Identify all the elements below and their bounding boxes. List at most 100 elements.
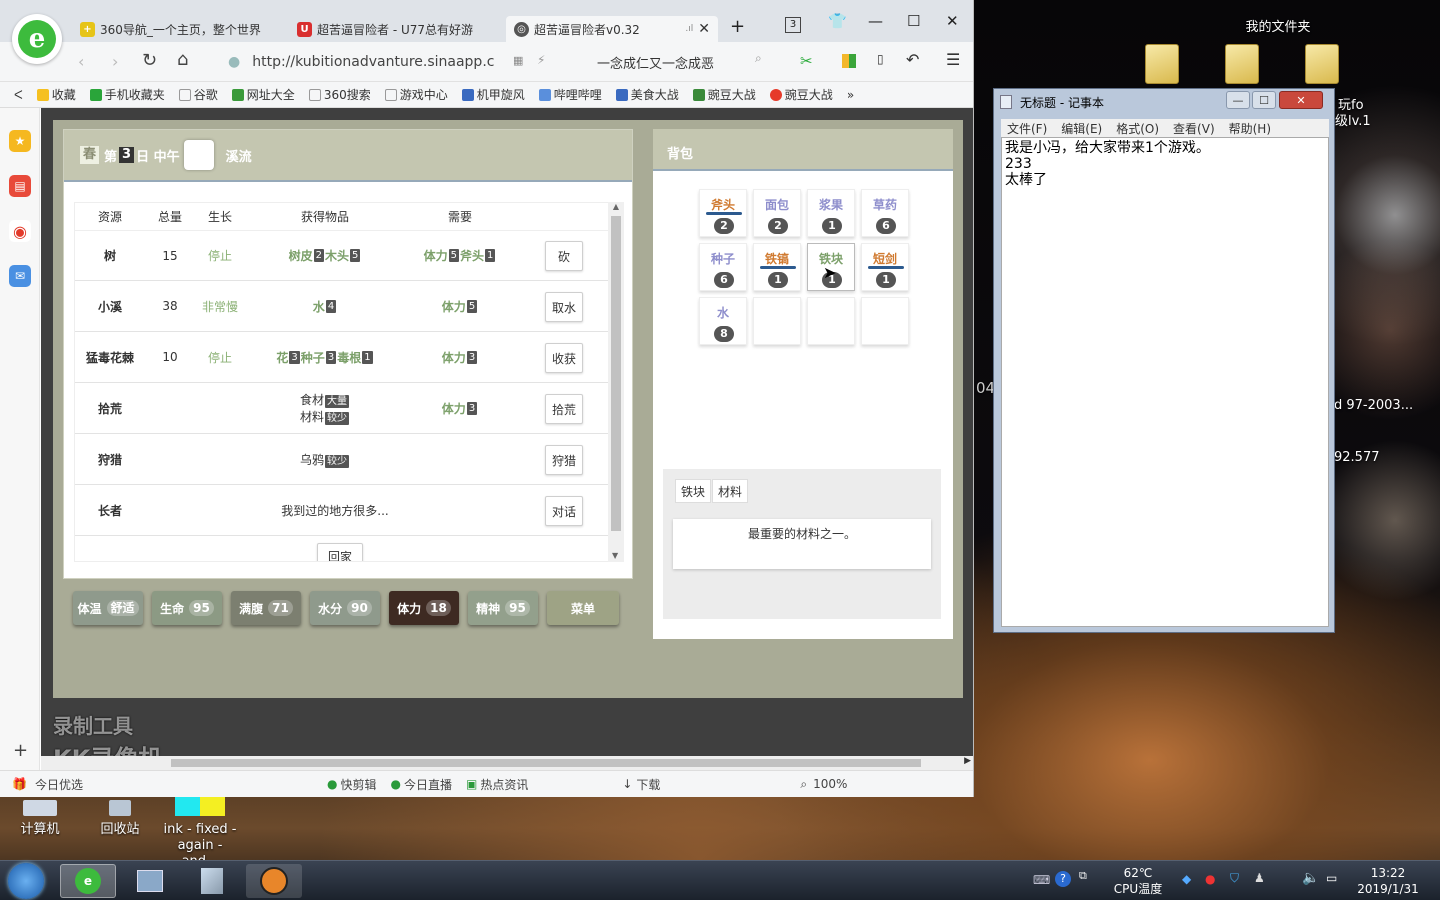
menu-button[interactable]: 菜单 [547, 591, 619, 625]
bookmark-item[interactable]: 哔哩哔哩 [538, 86, 602, 103]
bookmark-item[interactable]: 网址大全 [231, 86, 295, 103]
bag-slot[interactable]: 浆果 1 [807, 189, 855, 237]
close-icon[interactable]: ✕ [946, 12, 959, 30]
search-icon[interactable]: ⌕ [755, 51, 762, 66]
taskbar-explorer[interactable] [122, 864, 178, 898]
status-item[interactable]: ▣ [466, 777, 477, 791]
h-scroll-thumb[interactable] [171, 759, 921, 767]
apps-icon[interactable] [842, 54, 856, 68]
action-button[interactable]: 对话 [545, 496, 583, 526]
menu-file[interactable]: 文件(F) [1007, 120, 1047, 137]
home-button[interactable]: 回家 [317, 543, 363, 561]
menu-edit[interactable]: 编辑(E) [1061, 120, 1102, 137]
volume-icon[interactable]: 🔈 [1302, 870, 1319, 886]
browser-logo[interactable]: e [12, 14, 62, 64]
maximize-icon[interactable]: ☐ [907, 12, 920, 30]
refresh-icon[interactable]: ↻ [142, 50, 157, 71]
notepad-text-area[interactable]: 我是小冯，给大家带来1个游戏。 233 太棒了 [1001, 137, 1329, 627]
forward-icon[interactable]: › [112, 52, 118, 71]
back-icon[interactable]: ‹ [78, 52, 84, 71]
close-tab-icon[interactable]: ✕ [698, 21, 710, 37]
tray-icon[interactable]: ⧉ [1079, 869, 1087, 883]
tab-game[interactable]: ◎ 超苦逼冒险者v0.32 .ıl ✕ [506, 16, 718, 42]
bookmark-item[interactable]: 美食大战 [615, 86, 679, 103]
bag-slot-empty[interactable] [861, 297, 909, 345]
keyboard-icon[interactable]: ⌨ [1033, 873, 1050, 887]
bag-slot-empty[interactable] [753, 297, 801, 345]
close-icon[interactable]: ✕ [1279, 91, 1323, 109]
bag-slot[interactable]: 斧头 2 [699, 189, 747, 237]
detail-tab-item[interactable]: 铁块 [675, 479, 712, 503]
tray-icon[interactable]: ◆ [1182, 872, 1191, 886]
tray-icon[interactable]: ♟ [1254, 871, 1265, 885]
qr-icon[interactable]: ▦ [513, 54, 523, 67]
action-button[interactable]: 收获 [545, 343, 583, 373]
favorites-icon[interactable]: ★ [9, 130, 31, 152]
new-tab-button[interactable]: + [730, 16, 745, 37]
menu-icon[interactable]: ☰ [946, 50, 960, 69]
help-icon[interactable]: ? [1055, 871, 1071, 887]
undo-icon[interactable]: ↶ [906, 50, 919, 69]
today-pick[interactable]: 今日优选 [35, 776, 83, 793]
scroll-right-icon[interactable]: ▶ [964, 756, 971, 766]
folder-icon[interactable] [1305, 44, 1339, 84]
desktop-icon-ink[interactable]: ink - fixed - again - and... [158, 796, 242, 870]
shield-icon[interactable]: ⛉ [1230, 871, 1239, 886]
zoom-level[interactable]: 100% [813, 777, 847, 791]
bag-slot[interactable]: 种子 6 [699, 243, 747, 291]
folder-icon[interactable] [1145, 44, 1179, 84]
mail-icon[interactable]: ✉ [9, 265, 31, 287]
collapse-icon[interactable]: ᐸ [14, 88, 23, 102]
taskbar-browser[interactable]: e [60, 864, 116, 898]
search-input[interactable]: 一念成仁又一念成恶 [597, 53, 714, 72]
action-button[interactable]: 砍 [545, 241, 583, 271]
tab-360-nav[interactable]: +360导航_一个主页，整个世界 [72, 16, 287, 42]
weibo-icon[interactable]: ◉ [9, 220, 31, 242]
desktop-icon-recycle-bin[interactable]: 回收站 [90, 800, 150, 838]
horizontal-scrollbar[interactable]: ▶ [41, 756, 973, 770]
minimize-icon[interactable]: — [1226, 91, 1250, 109]
home-icon[interactable]: ⌂ [177, 49, 188, 70]
scroll-down-icon[interactable]: ▼ [612, 551, 618, 560]
taskbar-notepad[interactable] [184, 864, 240, 898]
bookmark-item[interactable]: 机甲旋风 [461, 86, 525, 103]
tab-u77[interactable]: U 超苦逼冒险者 - U77总有好游 [289, 16, 504, 42]
action-button[interactable]: 拾荒 [545, 394, 583, 424]
my-folder-label[interactable]: 我的文件夹 [1238, 20, 1318, 36]
network-icon[interactable]: ▭ [1326, 871, 1337, 885]
bag-slot[interactable]: 铁镐 1 [753, 243, 801, 291]
bookmark-item[interactable]: 游戏中心 [384, 86, 448, 103]
scroll-thumb[interactable] [611, 216, 621, 531]
bag-slot[interactable]: 水8 [699, 297, 747, 345]
tablet-icon[interactable]: ▯ [877, 52, 884, 66]
bookmark-item[interactable]: 豌豆大战 [769, 86, 833, 103]
bookmark-item[interactable]: 收藏 [36, 86, 76, 103]
taskbar-recorder[interactable] [246, 864, 302, 898]
action-button[interactable]: 取水 [545, 292, 583, 322]
bookmark-item[interactable]: 谷歌 [178, 86, 218, 103]
minimize-icon[interactable]: — [868, 12, 883, 30]
download-icon[interactable]: ↓ [622, 777, 632, 791]
bookmark-item[interactable]: 豌豆大战 [692, 86, 756, 103]
lightning-icon[interactable]: ⚡ [537, 53, 545, 67]
start-button[interactable] [8, 863, 44, 899]
bookmark-item[interactable]: 360搜索 [308, 86, 371, 103]
status-item[interactable]: ● [390, 777, 400, 791]
scissors-icon[interactable]: ✂ [800, 52, 813, 70]
folder-icon[interactable] [1225, 44, 1259, 84]
bookmark-item[interactable]: 手机收藏夹 [89, 86, 165, 103]
tab-count[interactable]: 3 [785, 17, 801, 33]
add-sidebar-icon[interactable]: + [13, 740, 28, 761]
shirt-icon[interactable]: 👕 [828, 12, 847, 30]
detail-tab-category[interactable]: 材料 [712, 479, 749, 503]
menu-format[interactable]: 格式(O) [1116, 120, 1159, 137]
tray-icon[interactable]: ● [1205, 872, 1215, 886]
desktop-icon-computer[interactable]: 计算机 [10, 800, 70, 838]
clock[interactable]: 13:22 2019/1/31 [1350, 865, 1426, 897]
table-scrollbar[interactable]: ▲ ▼ [608, 202, 624, 562]
zoom-icon[interactable]: ⌕ [800, 777, 807, 792]
bag-slot[interactable]: 草药 6 [861, 189, 909, 237]
status-item[interactable]: ● [327, 777, 337, 791]
url-field[interactable]: ● http://kubitionadvanture.sinaapp.c [228, 48, 578, 76]
scroll-up-icon[interactable]: ▲ [608, 202, 624, 211]
